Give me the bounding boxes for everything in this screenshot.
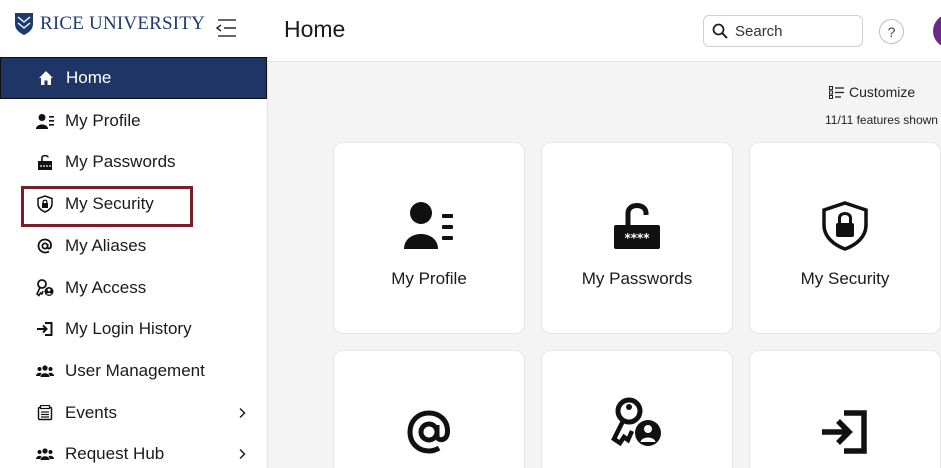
shield-lock-icon (820, 201, 870, 251)
sidebar-item-my-aliases[interactable]: My Aliases (0, 225, 267, 267)
sidebar-item-label: Home (66, 68, 112, 87)
password-icon: **** (612, 201, 662, 251)
sidebar-item-label: My Passwords (65, 152, 176, 171)
svg-text:****: **** (624, 231, 650, 245)
sidebar-item-events[interactable]: Events (0, 392, 267, 434)
logo-text: RICE UNIVERSITY (40, 13, 206, 34)
sidebar-item-label: My Aliases (65, 236, 147, 255)
home-icon (37, 69, 55, 87)
top-bar: RICE UNIVERSITY Home ? (0, 0, 941, 62)
avatar[interactable] (933, 14, 941, 48)
events-icon (36, 404, 54, 422)
password-icon (36, 153, 54, 171)
sidebar-item-label: Request Hub (65, 444, 165, 463)
sidebar-item-my-profile[interactable]: My Profile (0, 100, 267, 142)
search-box[interactable] (703, 15, 863, 47)
rice-university-logo[interactable]: RICE UNIVERSITY (14, 12, 205, 36)
at-icon (406, 409, 452, 455)
customize-list-icon (829, 85, 844, 99)
sidebar-item-my-security[interactable]: My Security (0, 183, 267, 225)
page-title: Home (284, 16, 346, 42)
customize-button[interactable]: Customize (829, 84, 915, 100)
features-count: 11/11 features shown (825, 113, 938, 127)
card-my-security[interactable]: My Security (749, 142, 941, 334)
chevron-right-icon[interactable] (236, 448, 248, 460)
sidebar-item-home[interactable]: Home (0, 57, 267, 99)
sidebar-item-my-passwords[interactable]: My Passwords (0, 141, 267, 183)
customize-label: Customize (849, 84, 916, 100)
sidebar-item-my-login-history[interactable]: My Login History (0, 308, 267, 350)
login-icon (36, 320, 54, 338)
at-icon (36, 237, 54, 255)
help-button[interactable]: ? (879, 19, 904, 44)
card-my-login-history[interactable] (749, 350, 941, 468)
card-my-profile[interactable]: My Profile (333, 142, 525, 334)
sidebar-item-user-management[interactable]: User Management (0, 350, 267, 392)
search-input[interactable] (735, 22, 855, 40)
sidebar-item-request-hub[interactable]: Request Hub (0, 433, 267, 468)
login-icon (820, 409, 870, 455)
collapse-menu-icon[interactable] (214, 17, 238, 39)
card-my-aliases[interactable] (333, 350, 525, 468)
rice-shield-icon (14, 12, 34, 36)
sidebar-item-my-access[interactable]: My Access (0, 267, 267, 309)
sidebar-item-label: My Login History (65, 319, 192, 338)
card-my-access[interactable] (541, 350, 733, 468)
sidebar-item-label: My Security (65, 194, 154, 213)
profile-icon (36, 112, 54, 130)
card-my-passwords[interactable]: **** My Passwords (541, 142, 733, 334)
card-label: My Profile (391, 269, 467, 288)
chevron-right-icon[interactable] (236, 407, 248, 419)
card-label: My Passwords (581, 269, 693, 288)
sidebar: Home My Profile My Passwords My Security… (0, 57, 268, 468)
search-icon (712, 23, 728, 39)
key-user-icon (611, 397, 663, 449)
card-label: My Security (800, 269, 890, 288)
users-icon (36, 445, 54, 463)
sidebar-item-label: My Access (65, 278, 147, 297)
users-icon (36, 362, 54, 380)
key-user-icon (36, 279, 54, 297)
sidebar-item-label: Events (65, 403, 117, 422)
shield-lock-icon (36, 195, 54, 213)
sidebar-item-label: User Management (65, 361, 205, 380)
sidebar-item-label: My Profile (65, 111, 141, 130)
profile-icon (404, 201, 454, 249)
